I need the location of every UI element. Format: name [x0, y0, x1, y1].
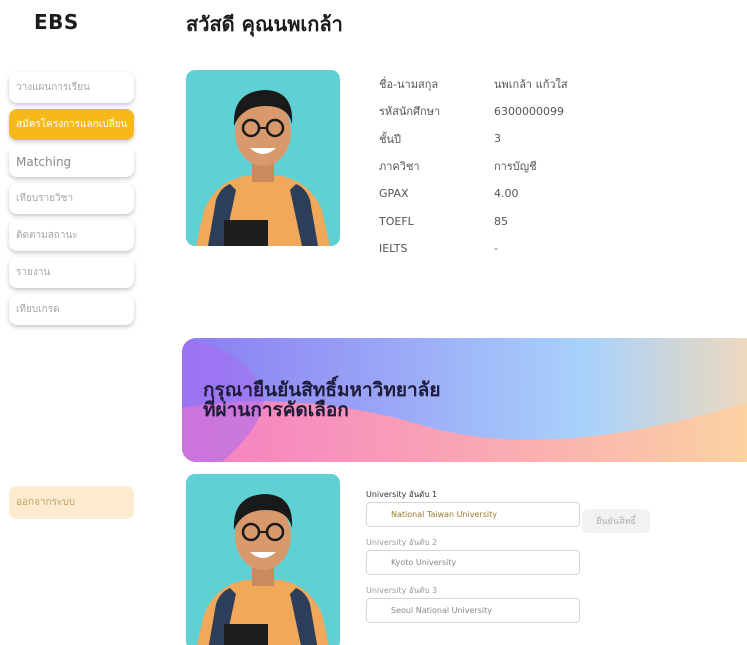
sidebar: วางแผนการเรียน สมัครโครงการแลกเปลี่ยน Ma…: [9, 72, 134, 331]
profile-label: ชั้นปี: [379, 132, 401, 146]
university-1-label: University อันดับ 1: [366, 490, 438, 499]
profile-row-gpax: GPAX 4.00: [379, 180, 568, 208]
profile-label: ชื่อ-นามสกุล: [379, 77, 439, 91]
university-3-label: University อันดับ 3: [366, 586, 438, 595]
profile-value: การบัญชี: [494, 160, 537, 174]
profile-value: 3: [494, 132, 501, 146]
page-title: สวัสดี คุณนพเกล้า: [186, 12, 343, 36]
university-2-field[interactable]: Kyoto University: [366, 550, 580, 575]
profile-row-department: ภาควิชา การบัญชี: [379, 153, 568, 181]
sidebar-item-exchange-apply[interactable]: สมัครโครงการแลกเปลี่ยน: [9, 109, 134, 140]
sidebar-item-report[interactable]: รายงาน: [9, 257, 134, 288]
profile-value: นพเกล้า แก้วใส: [494, 77, 568, 91]
profile-label: IELTS: [379, 242, 408, 256]
logout-button[interactable]: ออกจากระบบ: [9, 486, 134, 519]
sidebar-item-course-transfer[interactable]: เทียบรายวิชา: [9, 183, 134, 214]
app-logo: EBS: [34, 10, 79, 34]
university-3-field[interactable]: Seoul National University: [366, 598, 580, 623]
profile-label: TOEFL: [379, 214, 414, 228]
sidebar-item-matching[interactable]: Matching: [9, 146, 134, 177]
university-1-field[interactable]: National Taiwan University: [366, 502, 580, 527]
student-photo: [186, 70, 340, 246]
profile-label: ภาควิชา: [379, 160, 420, 174]
profile-row-toefl: TOEFL 85: [379, 208, 568, 236]
profile-row-year: ชั้นปี 3: [379, 125, 568, 153]
banner-line-1: กรุณายืนยันสิทธิ์มหาวิทยาลัย: [203, 379, 441, 401]
profile-value: -: [494, 242, 498, 256]
confirm-banner: กรุณายืนยันสิทธิ์มหาวิทยาลัย ที่ผ่านการค…: [182, 338, 747, 462]
profile-label: GPAX: [379, 187, 409, 201]
sidebar-item-grade-transfer[interactable]: เทียบเกรด: [9, 294, 134, 325]
profile-value: 4.00: [494, 187, 519, 201]
profile-label: รหัสนักศึกษา: [379, 105, 441, 119]
university-selection: University อันดับ 1 National Taiwan Univ…: [366, 488, 580, 632]
profile-info: ชื่อ-นามสกุล นพเกล้า แก้วใส รหัสนักศึกษา…: [379, 70, 568, 263]
banner-line-2: ที่ผ่านการคัดเลือก: [203, 399, 349, 421]
profile-value: 85: [494, 214, 508, 228]
confirm-rights-button[interactable]: ยืนยันสิทธิ์: [582, 509, 650, 533]
sidebar-item-track-status[interactable]: ติดตามสถานะ: [9, 220, 134, 251]
profile-row-name: ชื่อ-นามสกุล นพเกล้า แก้วใส: [379, 70, 568, 98]
profile-value: 6300000099: [494, 104, 564, 118]
sidebar-item-study-plan[interactable]: วางแผนการเรียน: [9, 72, 134, 103]
banner-heading: กรุณายืนยันสิทธิ์มหาวิทยาลัย ที่ผ่านการค…: [203, 380, 440, 420]
profile-row-student-id: รหัสนักศึกษา 6300000099: [379, 98, 568, 126]
student-photo-2: [186, 474, 340, 645]
profile-row-ielts: IELTS -: [379, 235, 568, 263]
university-2-label: University อันดับ 2: [366, 538, 438, 547]
